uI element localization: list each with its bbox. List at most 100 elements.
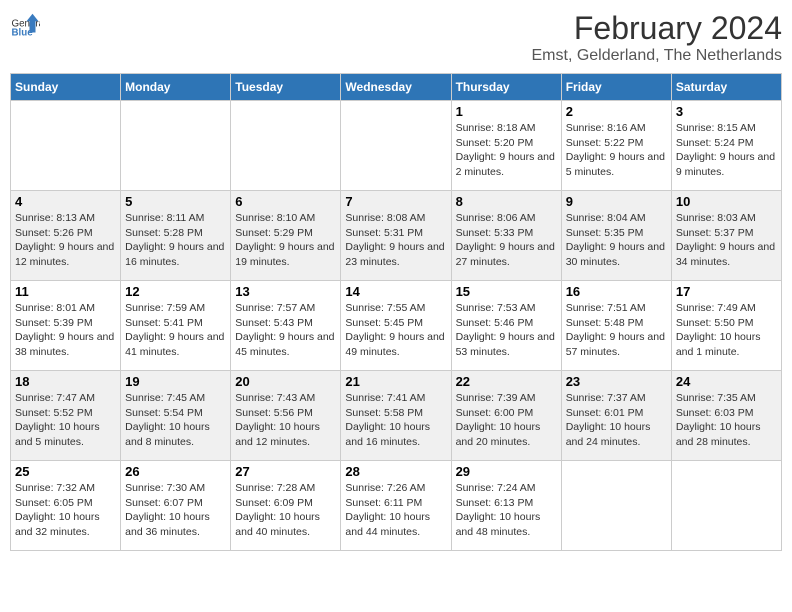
day-header-sunday: Sunday	[11, 74, 121, 101]
day-info: Sunrise: 8:18 AMSunset: 5:20 PMDaylight:…	[456, 121, 557, 180]
calendar-cell: 14Sunrise: 7:55 AMSunset: 5:45 PMDayligh…	[341, 281, 451, 371]
day-info: Sunrise: 8:16 AMSunset: 5:22 PMDaylight:…	[566, 121, 667, 180]
calendar-cell: 6 Sunrise: 8:10 AMSunset: 5:29 PMDaylight…	[231, 191, 341, 281]
day-header-friday: Friday	[561, 74, 671, 101]
day-info: Sunrise: 8:06 AMSunset: 5:33 PMDaylight:…	[456, 211, 557, 270]
calendar-cell: 5 Sunrise: 8:11 AMSunset: 5:28 PMDaylight…	[121, 191, 231, 281]
day-info: Sunrise: 7:24 AMSunset: 6:13 PMDaylight:…	[456, 481, 557, 540]
day-number: 1	[456, 104, 557, 119]
day-number: 22	[456, 374, 557, 389]
day-number: 4	[15, 194, 116, 209]
calendar-cell: 28 Sunrise: 7:26 AMSunset: 6:11 PMDayligh…	[341, 461, 451, 551]
day-number: 15	[456, 284, 557, 299]
calendar-cell: 15 Sunrise: 7:53 AMSunset: 5:46 PMDayligh…	[451, 281, 561, 371]
logo: General Blue	[10, 10, 40, 40]
calendar-cell: 18 Sunrise: 7:47 AMSunset: 5:52 PMDayligh…	[11, 371, 121, 461]
title-area: February 2024 Emst, Gelderland, The Neth…	[532, 10, 783, 65]
day-header-monday: Monday	[121, 74, 231, 101]
day-number: 8	[456, 194, 557, 209]
calendar-cell: 20Sunrise: 7:43 AMSunset: 5:56 PMDayligh…	[231, 371, 341, 461]
day-number: 29	[456, 464, 557, 479]
calendar-cell: 8 Sunrise: 8:06 AMSunset: 5:33 PMDaylight…	[451, 191, 561, 281]
calendar-cell	[11, 101, 121, 191]
day-info: Sunrise: 8:08 AMSunset: 5:31 PMDaylight:…	[345, 211, 446, 270]
day-info: Sunrise: 7:32 AMSunset: 6:05 PMDaylight:…	[15, 481, 116, 540]
day-number: 10	[676, 194, 777, 209]
calendar-cell	[561, 461, 671, 551]
day-info: Sunrise: 8:15 AMSunset: 5:24 PMDaylight:…	[676, 121, 777, 180]
calendar-cell	[231, 101, 341, 191]
day-info: Sunrise: 7:28 AMSunset: 6:09 PMDaylight:…	[235, 481, 336, 540]
day-number: 17	[676, 284, 777, 299]
day-info: Sunrise: 7:39 AMSunset: 6:00 PMDaylight:…	[456, 391, 557, 450]
day-number: 13	[235, 284, 336, 299]
day-info: Sunrise: 7:41 AMSunset: 5:58 PMDaylight:…	[345, 391, 446, 450]
calendar-cell: 12 Sunrise: 7:59 AMSunset: 5:41 PMDayligh…	[121, 281, 231, 371]
calendar-cell: 4 Sunrise: 8:13 AMSunset: 5:26 PMDaylight…	[11, 191, 121, 281]
day-header-saturday: Saturday	[671, 74, 781, 101]
day-number: 18	[15, 374, 116, 389]
day-number: 9	[566, 194, 667, 209]
day-info: Sunrise: 8:13 AMSunset: 5:26 PMDaylight:…	[15, 211, 116, 270]
calendar-cell: 19Sunrise: 7:45 AMSunset: 5:54 PMDayligh…	[121, 371, 231, 461]
main-title: February 2024	[532, 10, 783, 47]
day-number: 2	[566, 104, 667, 119]
day-number: 16	[566, 284, 667, 299]
day-header-thursday: Thursday	[451, 74, 561, 101]
calendar-cell: 17 Sunrise: 7:49 AMSunset: 5:50 PMDayligh…	[671, 281, 781, 371]
calendar-cell: 27 Sunrise: 7:28 AMSunset: 6:09 PMDayligh…	[231, 461, 341, 551]
day-number: 20	[235, 374, 336, 389]
day-number: 24	[676, 374, 777, 389]
calendar-cell: 21 Sunrise: 7:41 AMSunset: 5:58 PMDayligh…	[341, 371, 451, 461]
day-info: Sunrise: 7:30 AMSunset: 6:07 PMDaylight:…	[125, 481, 226, 540]
calendar-cell: 25 Sunrise: 7:32 AMSunset: 6:05 PMDayligh…	[11, 461, 121, 551]
subtitle: Emst, Gelderland, The Netherlands	[532, 47, 783, 65]
calendar-cell	[121, 101, 231, 191]
day-info: Sunrise: 7:59 AMSunset: 5:41 PMDaylight:…	[125, 301, 226, 360]
day-number: 14	[345, 284, 446, 299]
calendar-cell: 1 Sunrise: 8:18 AMSunset: 5:20 PMDaylight…	[451, 101, 561, 191]
calendar-cell: 24 Sunrise: 7:35 AMSunset: 6:03 PMDayligh…	[671, 371, 781, 461]
day-info: Sunrise: 8:03 AMSunset: 5:37 PMDaylight:…	[676, 211, 777, 270]
day-info: Sunrise: 8:11 AMSunset: 5:28 PMDaylight:…	[125, 211, 226, 270]
day-number: 21	[345, 374, 446, 389]
day-header-tuesday: Tuesday	[231, 74, 341, 101]
calendar-header-row: SundayMondayTuesdayWednesdayThursdayFrid…	[11, 74, 782, 101]
day-info: Sunrise: 7:35 AMSunset: 6:03 PMDaylight:…	[676, 391, 777, 450]
day-number: 11	[15, 284, 116, 299]
day-number: 25	[15, 464, 116, 479]
day-number: 5	[125, 194, 226, 209]
day-info: Sunrise: 7:53 AMSunset: 5:46 PMDaylight:…	[456, 301, 557, 360]
calendar-cell: 16 Sunrise: 7:51 AMSunset: 5:48 PMDayligh…	[561, 281, 671, 371]
calendar: SundayMondayTuesdayWednesdayThursdayFrid…	[10, 73, 782, 551]
calendar-cell: 10 Sunrise: 8:03 AMSunset: 5:37 PMDayligh…	[671, 191, 781, 281]
day-header-wednesday: Wednesday	[341, 74, 451, 101]
calendar-cell: 29 Sunrise: 7:24 AMSunset: 6:13 PMDayligh…	[451, 461, 561, 551]
day-number: 23	[566, 374, 667, 389]
day-number: 19	[125, 374, 226, 389]
day-info: Sunrise: 7:26 AMSunset: 6:11 PMDaylight:…	[345, 481, 446, 540]
calendar-week-row: 4 Sunrise: 8:13 AMSunset: 5:26 PMDaylight…	[11, 191, 782, 281]
calendar-cell: 2 Sunrise: 8:16 AMSunset: 5:22 PMDaylight…	[561, 101, 671, 191]
day-number: 3	[676, 104, 777, 119]
day-number: 28	[345, 464, 446, 479]
day-info: Sunrise: 7:47 AMSunset: 5:52 PMDaylight:…	[15, 391, 116, 450]
calendar-week-row: 18 Sunrise: 7:47 AMSunset: 5:52 PMDayligh…	[11, 371, 782, 461]
day-info: Sunrise: 7:49 AMSunset: 5:50 PMDaylight:…	[676, 301, 777, 360]
calendar-cell: 22 Sunrise: 7:39 AMSunset: 6:00 PMDayligh…	[451, 371, 561, 461]
day-number: 12	[125, 284, 226, 299]
day-info: Sunrise: 7:37 AMSunset: 6:01 PMDaylight:…	[566, 391, 667, 450]
calendar-week-row: 11 Sunrise: 8:01 AMSunset: 5:39 PMDayligh…	[11, 281, 782, 371]
day-number: 27	[235, 464, 336, 479]
day-info: Sunrise: 7:51 AMSunset: 5:48 PMDaylight:…	[566, 301, 667, 360]
day-info: Sunrise: 8:01 AMSunset: 5:39 PMDaylight:…	[15, 301, 116, 360]
calendar-cell: 23 Sunrise: 7:37 AMSunset: 6:01 PMDayligh…	[561, 371, 671, 461]
calendar-cell: 13 Sunrise: 7:57 AMSunset: 5:43 PMDayligh…	[231, 281, 341, 371]
day-info: Sunrise: 7:57 AMSunset: 5:43 PMDaylight:…	[235, 301, 336, 360]
calendar-cell: 3 Sunrise: 8:15 AMSunset: 5:24 PMDaylight…	[671, 101, 781, 191]
day-info: Sunrise: 8:10 AMSunset: 5:29 PMDaylight:…	[235, 211, 336, 270]
calendar-cell	[671, 461, 781, 551]
header: General Blue February 2024 Emst, Gelderl…	[10, 10, 782, 65]
day-number: 6	[235, 194, 336, 209]
calendar-cell: 26Sunrise: 7:30 AMSunset: 6:07 PMDayligh…	[121, 461, 231, 551]
